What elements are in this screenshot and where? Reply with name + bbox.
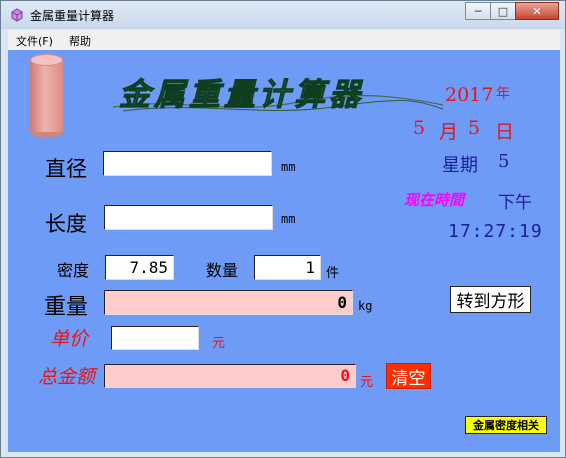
weekday-label: 星期: [442, 155, 478, 176]
weight-unit: kg: [358, 299, 373, 313]
clock-ampm: 下午: [498, 193, 532, 213]
month-value: 5: [413, 117, 426, 139]
close-button[interactable]: ✕: [515, 2, 559, 20]
cylinder-icon-top: [30, 54, 63, 66]
close-icon: ✕: [532, 4, 542, 18]
calculator-panel: 金属重量计算器 2017 年 5 月 5 日 星期 5 现在時間 下午 17:2…: [8, 50, 560, 452]
app-window: 金属重量计算器 ─ □ ✕ 文件(F) 帮助 金属重量计算器 2017 年 5 …: [0, 0, 566, 458]
total-amount-label: 总金额: [38, 366, 96, 388]
diameter-unit: mm: [281, 160, 296, 174]
minimize-icon: ─: [474, 4, 482, 18]
total-amount-output: 0: [104, 364, 356, 388]
density-input[interactable]: 7.85: [105, 255, 174, 280]
app-logo-text: 金属重量计算器: [119, 77, 364, 113]
weekday-value: 5: [498, 151, 510, 172]
maximize-button[interactable]: □: [490, 2, 516, 20]
title-bar[interactable]: 金属重量计算器 ─ □ ✕: [1, 1, 565, 29]
quantity-unit: 件: [326, 266, 340, 281]
clock-label: 现在時間: [404, 191, 465, 209]
metal-density-button[interactable]: 金属密度相关: [465, 416, 547, 434]
diameter-label: 直径: [45, 157, 87, 181]
weight-label: 重量: [44, 295, 89, 320]
window-controls: ─ □ ✕: [465, 2, 559, 22]
quantity-input[interactable]: 1: [254, 255, 321, 280]
year-value: 2017: [445, 84, 494, 106]
maximize-icon: □: [497, 4, 509, 18]
month-unit: 月: [439, 121, 459, 143]
year-unit: 年: [496, 86, 510, 102]
to-square-button[interactable]: 转到方形: [450, 286, 531, 313]
quantity-label: 数量: [206, 261, 239, 280]
window-title: 金属重量计算器: [30, 9, 115, 23]
menu-bar: 文件(F) 帮助: [8, 30, 560, 51]
density-label: 密度: [57, 261, 90, 280]
diameter-input[interactable]: [103, 151, 272, 176]
unit-price-input[interactable]: [111, 326, 199, 350]
cylinder-icon: [30, 60, 63, 132]
minimize-button[interactable]: ─: [465, 2, 491, 20]
unit-price-label: 单价: [50, 328, 89, 350]
weight-output: 0: [104, 290, 353, 315]
length-label: 长度: [45, 212, 87, 236]
day-unit: 日: [495, 121, 515, 143]
menu-file[interactable]: 文件(F): [16, 33, 53, 49]
clock-time: 17:27:19: [448, 221, 543, 242]
app-logo: 金属重量计算器: [113, 77, 443, 114]
unit-price-unit: 元: [212, 336, 226, 351]
clear-button[interactable]: 清空: [386, 363, 431, 389]
app-icon: [11, 8, 23, 22]
length-unit: mm: [281, 212, 296, 226]
day-value: 5: [468, 117, 481, 139]
menu-help[interactable]: 帮助: [69, 33, 91, 49]
length-input[interactable]: [104, 205, 273, 230]
total-amount-unit: 元: [360, 375, 374, 390]
